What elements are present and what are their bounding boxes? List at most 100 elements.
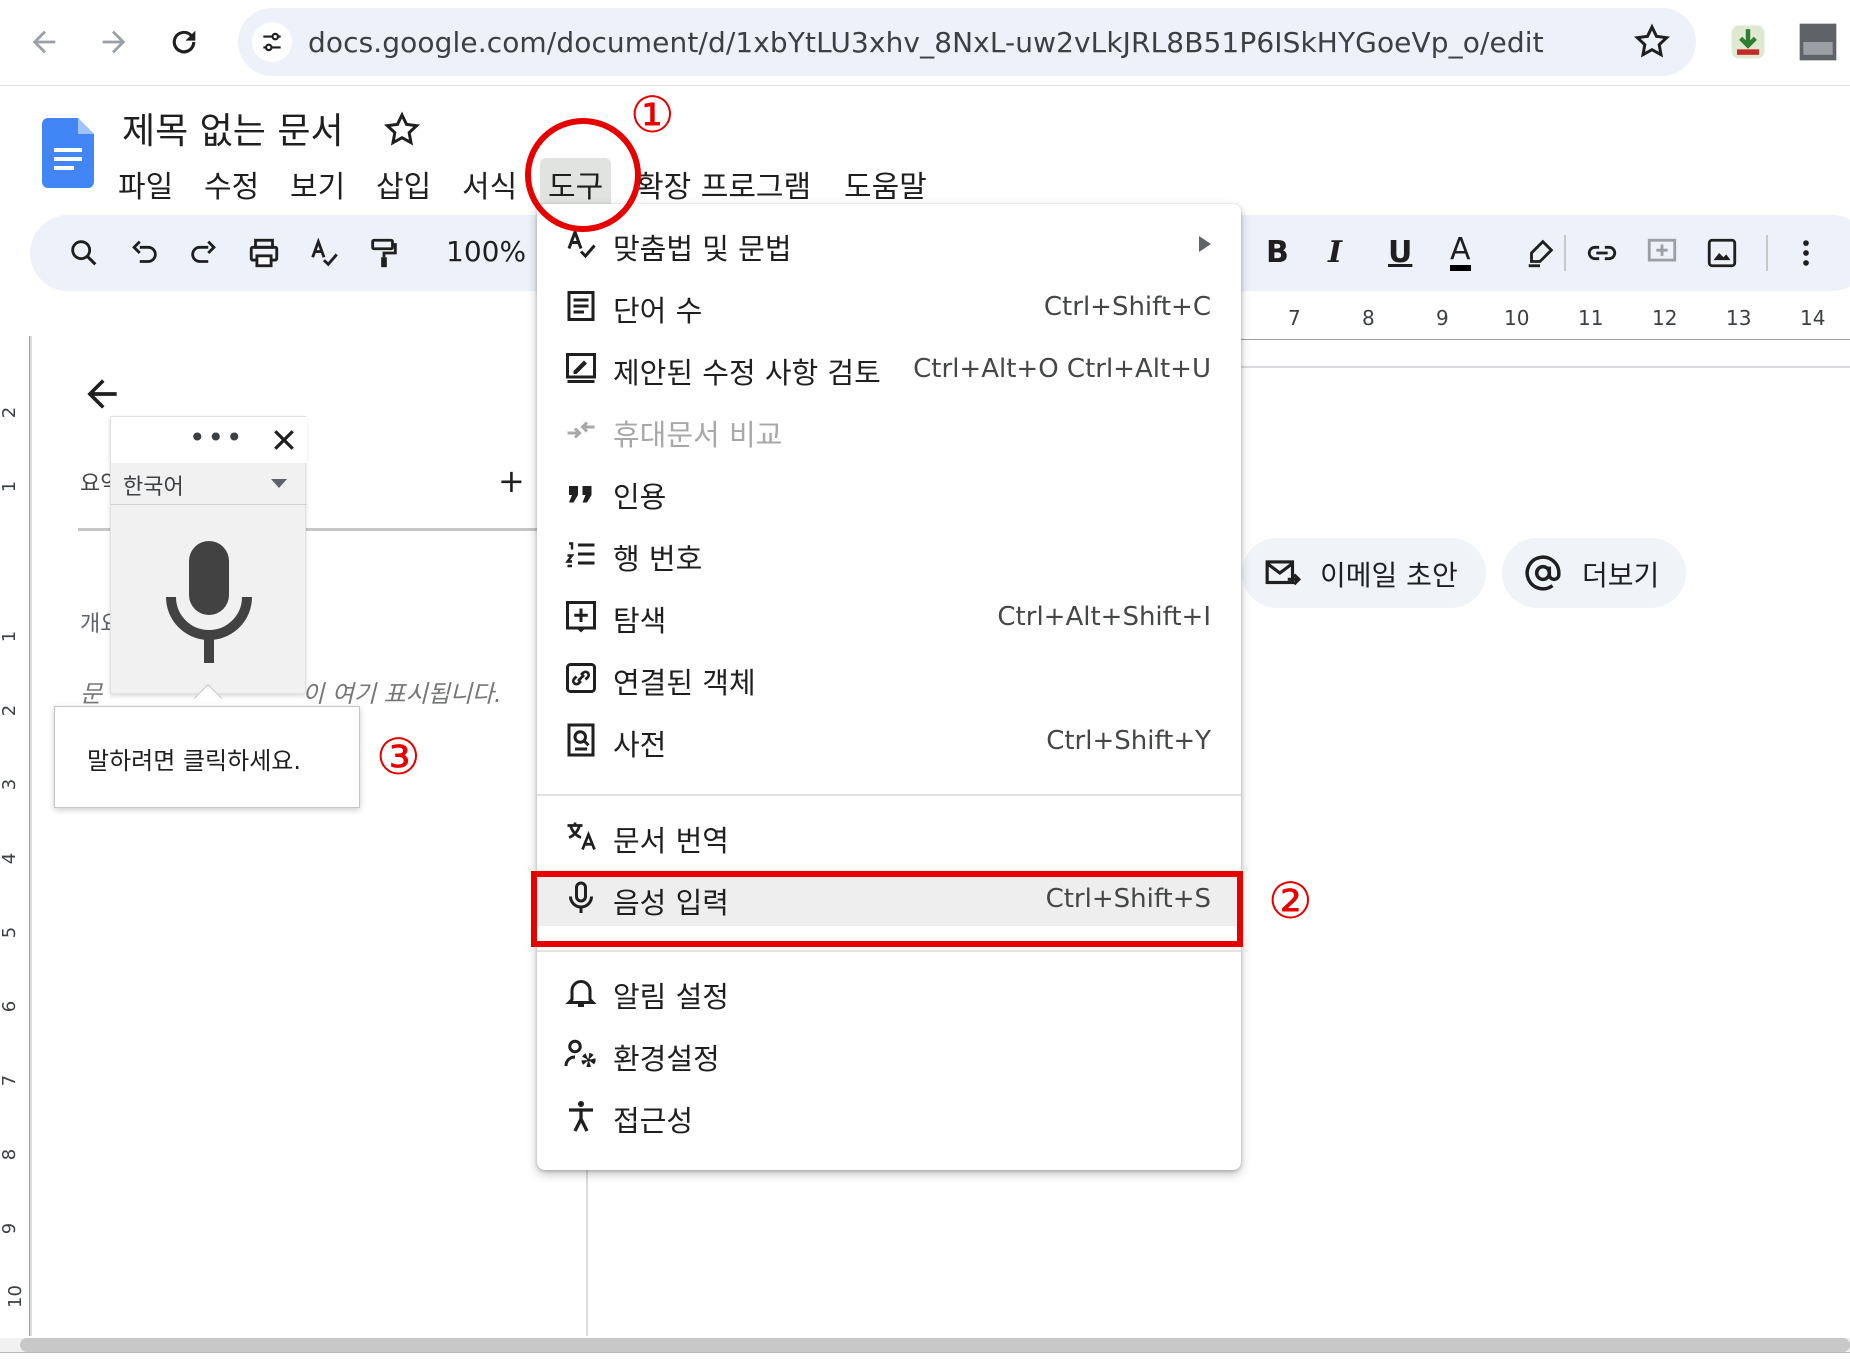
menu-item-word-count[interactable]: 단어 수 Ctrl+Shift+C xyxy=(537,278,1241,334)
redo-icon[interactable] xyxy=(184,233,224,273)
ruler-tick-label: 13 xyxy=(1726,306,1752,330)
ruler-tick-label: 9 xyxy=(0,1222,21,1235)
menu-item-label: 접근성 xyxy=(613,1104,694,1138)
ruler-tick-label: 1 xyxy=(0,480,21,493)
ruler-tick-label: 4 xyxy=(0,852,21,865)
ruler-tick-label: 10 xyxy=(1504,306,1530,330)
url-text: docs.google.com/document/d/1xbYtLU3xhv_8… xyxy=(308,26,1544,59)
highlight-pen-icon[interactable] xyxy=(1520,233,1560,273)
submenu-arrow-icon xyxy=(1199,236,1211,252)
tools-menu: 맞춤법 및 문법 단어 수 Ctrl+Shift+C 제안된 수정 사항 검토 … xyxy=(537,204,1241,1170)
ruler-tick-label: 11 xyxy=(1578,306,1604,330)
menu-item-label: 탐색 xyxy=(613,604,667,638)
email-send-icon xyxy=(1265,560,1302,586)
menu-item-compare-documents: 휴대문서 비교 xyxy=(537,402,1241,458)
document-title[interactable]: 제목 없는 문서 xyxy=(122,102,344,154)
back-icon[interactable] xyxy=(20,18,68,66)
menu-item-line-numbers[interactable]: 행 번호 xyxy=(537,526,1241,582)
voice-widget-header[interactable]: ••• xyxy=(111,417,307,463)
insert-link-icon[interactable] xyxy=(1582,233,1622,273)
menu-item-label: 맞춤법 및 문법 xyxy=(613,232,792,266)
accessibility-icon xyxy=(569,1101,593,1132)
ruler-tick-label: 10 xyxy=(4,1285,26,1308)
menu-item-label: 연결된 객체 xyxy=(613,666,756,700)
extension-download-icon[interactable] xyxy=(1726,20,1770,64)
menu-item-notification-settings[interactable]: 알림 설정 xyxy=(537,964,1241,1020)
menu-item-review-edits[interactable]: 제안된 수정 사항 검토 Ctrl+Alt+O Ctrl+Alt+U xyxy=(537,340,1241,396)
microphone-icon[interactable] xyxy=(161,537,257,667)
more-chip[interactable]: 더보기 xyxy=(1502,538,1686,608)
ruler-tick-label: 2 xyxy=(0,704,21,717)
horizontal-scrollbar[interactable] xyxy=(20,1338,1850,1352)
spellcheck-toolbar-icon[interactable] xyxy=(304,233,344,273)
menu-insert[interactable]: 삽입 xyxy=(368,158,439,210)
menu-view[interactable]: 보기 xyxy=(282,158,353,210)
menu-item-spelling-grammar[interactable]: 맞춤법 및 문법 xyxy=(537,216,1241,272)
address-bar[interactable]: docs.google.com/document/d/1xbYtLU3xhv_8… xyxy=(238,8,1696,76)
close-icon[interactable] xyxy=(269,425,299,455)
voice-typing-widget: ••• 한국어 xyxy=(110,416,307,694)
add-comment-icon[interactable] xyxy=(1642,233,1682,273)
menu-divider xyxy=(537,794,1241,796)
voice-language-value: 한국어 xyxy=(123,475,184,500)
menu-format[interactable]: 서식 xyxy=(454,158,525,210)
voice-language-select[interactable]: 한국어 xyxy=(111,463,307,505)
vertical-ruler[interactable]: 2 1 1 2 3 4 5 6 7 8 9 10 xyxy=(0,336,30,1336)
annotation-step-1: ① xyxy=(630,86,675,144)
menu-edit[interactable]: 수정 xyxy=(196,158,267,210)
italic-button[interactable]: I xyxy=(1328,235,1342,270)
docs-logo-icon[interactable] xyxy=(42,118,94,188)
menu-help[interactable]: 도움말 xyxy=(836,158,935,210)
voice-tooltip-text: 말하려면 클릭하세요. xyxy=(87,747,301,775)
paint-format-icon[interactable] xyxy=(364,233,404,273)
ruler-tick-label: 8 xyxy=(1362,306,1375,330)
bookmark-star-icon[interactable] xyxy=(1632,22,1672,62)
menu-item-preferences[interactable]: 환경설정 xyxy=(537,1026,1241,1082)
browser-toolbar: docs.google.com/document/d/1xbYtLU3xhv_8… xyxy=(0,0,1850,86)
extension-pass-icon[interactable] xyxy=(1796,20,1840,64)
menu-item-accessibility[interactable]: 접근성 xyxy=(537,1088,1241,1144)
bold-button[interactable]: B xyxy=(1266,235,1289,270)
search-menus-icon[interactable] xyxy=(64,233,104,273)
translate-icon xyxy=(567,822,596,851)
menu-file[interactable]: 파일 xyxy=(110,158,181,210)
menu-item-label: 행 번호 xyxy=(613,542,703,576)
menu-item-dictionary[interactable]: 사전 Ctrl+Shift+Y xyxy=(537,712,1241,768)
ruler-tick-label: 2 xyxy=(0,406,21,419)
chevron-down-icon xyxy=(271,479,287,488)
menu-item-citations[interactable]: 인용 xyxy=(537,464,1241,520)
site-info-icon[interactable] xyxy=(252,22,292,62)
underline-button[interactable]: U xyxy=(1388,235,1412,270)
outline-empty-suffix: 이 여기 표시됩니다. xyxy=(302,680,502,708)
quote-icon xyxy=(569,486,592,503)
forward-icon[interactable] xyxy=(90,18,138,66)
horizontal-ruler[interactable]: 7 8 9 10 11 12 13 14 xyxy=(1240,300,1850,340)
ruler-tick-label: 1 xyxy=(0,630,21,643)
menu-item-translate-document[interactable]: 문서 번역 xyxy=(537,808,1241,864)
menu-divider xyxy=(537,950,1241,952)
close-outline-icon[interactable] xyxy=(80,372,124,416)
menu-item-linked-objects[interactable]: 연결된 객체 xyxy=(537,650,1241,706)
voice-more-icon[interactable]: ••• xyxy=(189,421,245,454)
insert-image-icon[interactable] xyxy=(1702,233,1742,273)
at-sign-icon xyxy=(1525,555,1561,591)
text-color-button[interactable]: A xyxy=(1450,235,1471,271)
zoom-select[interactable]: 100% xyxy=(446,235,526,268)
print-icon[interactable] xyxy=(244,233,284,273)
undo-icon[interactable] xyxy=(124,233,164,273)
reload-icon[interactable] xyxy=(160,18,208,66)
ruler-tick-label: 8 xyxy=(0,1148,21,1161)
ruler-tick-label: 3 xyxy=(0,778,21,791)
email-draft-chip[interactable]: 이메일 초안 xyxy=(1242,538,1486,608)
more-options-icon[interactable] xyxy=(1786,233,1826,273)
annotation-step-2: ② xyxy=(1268,872,1313,930)
ruler-tick-label: 9 xyxy=(1436,306,1449,330)
star-document-icon[interactable] xyxy=(382,110,422,150)
voice-tooltip: 말하려면 클릭하세요. xyxy=(54,706,360,808)
toolbar-divider xyxy=(1564,235,1566,271)
menu-extensions[interactable]: 확장 프로그램 xyxy=(628,158,819,210)
menu-item-explore[interactable]: 탐색 Ctrl+Alt+Shift+I xyxy=(537,588,1241,644)
preferences-icon xyxy=(564,1039,596,1068)
add-summary-button[interactable]: + xyxy=(498,462,525,500)
ruler-tick-label: 7 xyxy=(0,1074,21,1087)
